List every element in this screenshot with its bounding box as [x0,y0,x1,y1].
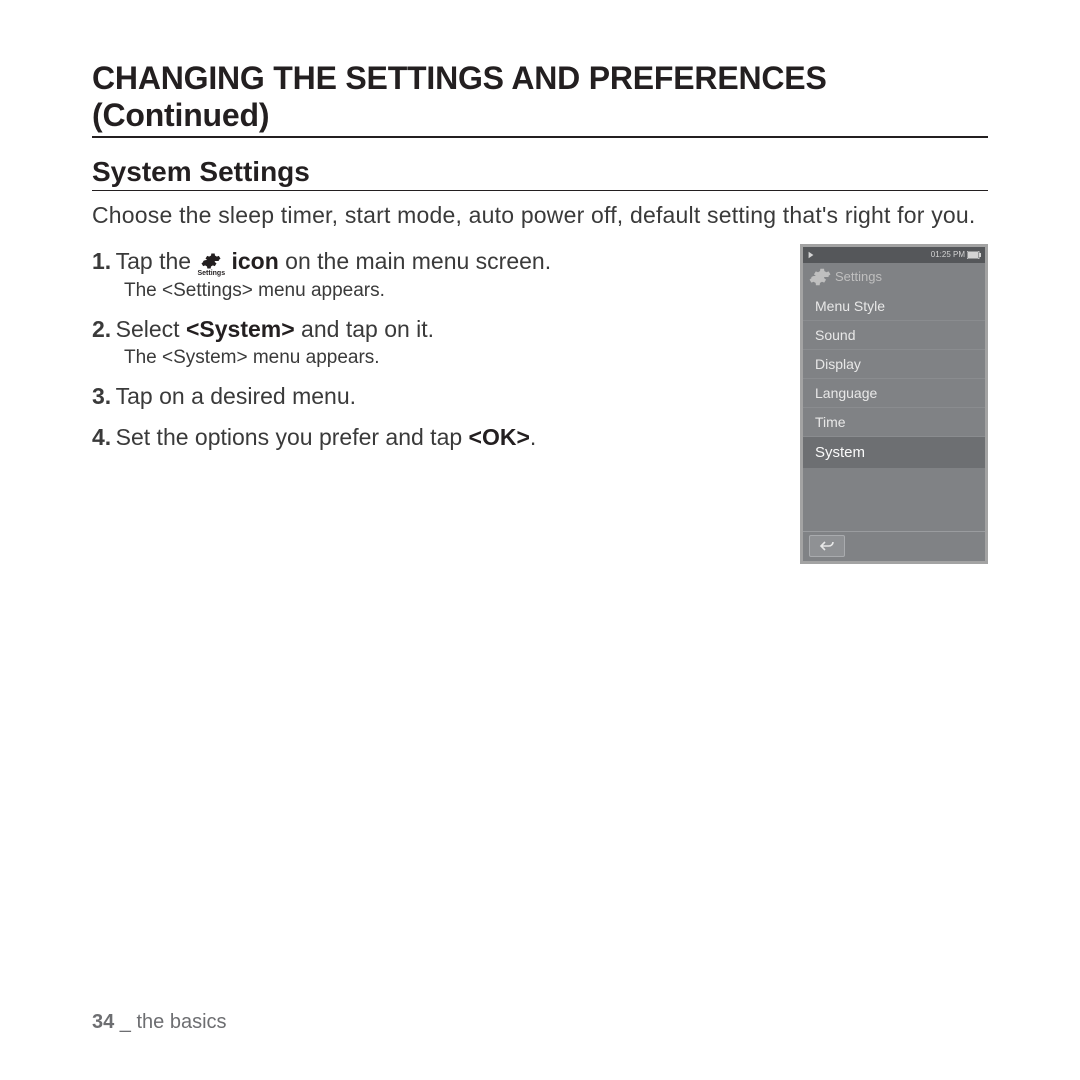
step-3: 3. Tap on a desired menu. [92,383,780,410]
menu-item-menu-style[interactable]: Menu Style [803,292,985,320]
status-left-icons [807,250,815,259]
step-text: Tap on a desired menu. [116,383,356,409]
footer-section: the basics [137,1011,227,1033]
menu-item-sound[interactable]: Sound [803,320,985,349]
menu-item-time[interactable]: Time [803,407,985,436]
section-title: System Settings [92,156,988,191]
page-title: CHANGING THE SETTINGS AND PREFERENCES (C… [92,60,988,138]
back-button[interactable] [809,535,845,557]
text-bold: icon [232,248,279,274]
gear-icon-label: Settings [197,272,225,276]
device-screenshot: 01:25 PM Settings Menu Style Sound Displ… [800,244,988,564]
step-number: 3. [92,383,111,409]
step-number: 2. [92,316,111,342]
battery-icon [967,251,981,259]
back-arrow-icon [819,539,835,553]
menu-item-language[interactable]: Language [803,378,985,407]
menu-item-system[interactable]: System [803,436,985,468]
text-fragment: Tap the [116,248,198,274]
device-menu-list: Menu Style Sound Display Language Time S… [803,292,985,531]
play-icon [807,251,815,259]
status-bar: 01:25 PM [803,247,985,263]
text-fragment: . [530,424,536,450]
step-text: Tap the Settings icon on the main menu s… [116,248,551,274]
steps-list: 1. Tap the Settings icon on the main men… [92,248,800,465]
content-row: 1. Tap the Settings icon on the main men… [92,248,988,564]
menu-item-display[interactable]: Display [803,349,985,378]
step-substep: The <System> menu appears. [124,347,780,369]
status-right-icons: 01:25 PM [931,250,981,259]
step-4: 4. Set the options you prefer and tap <O… [92,424,780,451]
footer-sep: _ [114,1011,136,1033]
text-fragment: on the main menu screen. [279,248,551,274]
intro-text: Choose the sleep timer, start mode, auto… [92,201,988,230]
device-navbar [803,531,985,561]
page-footer: 34 _ the basics [92,1011,227,1034]
step-text: Set the options you prefer and tap <OK>. [116,424,537,450]
device-header-label: Settings [835,269,882,284]
step-number: 1. [92,248,111,274]
text-fragment: and tap on it. [295,316,434,342]
text-bold: <System> [186,316,295,342]
step-substep: The <Settings> menu appears. [124,280,780,302]
text-bold: <OK> [469,424,530,450]
text-fragment: Set the options you prefer and tap [116,424,469,450]
step-1: 1. Tap the Settings icon on the main men… [92,248,780,302]
device-header: Settings [803,263,985,292]
step-number: 4. [92,424,111,450]
gear-icon [809,266,831,288]
gear-icon [201,251,221,271]
text-fragment: Select [116,316,186,342]
step-text: Select <System> and tap on it. [116,316,434,342]
step-2: 2. Select <System> and tap on it. The <S… [92,316,780,369]
status-time: 01:25 PM [931,250,965,259]
settings-gear-icon-inline: Settings [197,251,225,276]
page-number: 34 [92,1011,114,1033]
